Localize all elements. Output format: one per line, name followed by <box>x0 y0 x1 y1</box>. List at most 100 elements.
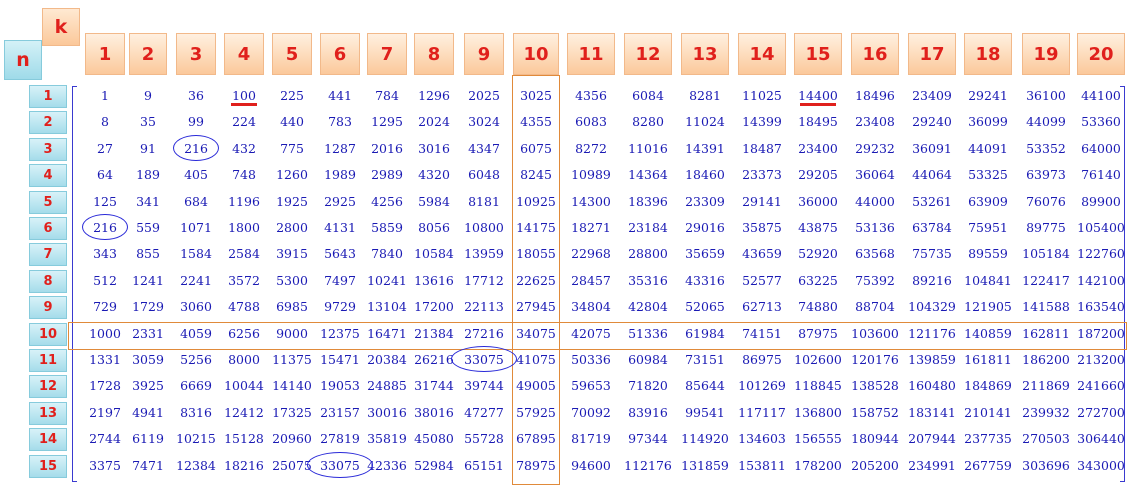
circle-mark-n15-k6 <box>307 451 373 478</box>
cell-n5-k19: 76076 <box>1026 193 1066 209</box>
cell-n2-k13: 11024 <box>685 114 725 130</box>
cell-n8-k4: 3572 <box>228 272 260 288</box>
cell-n6-k5: 2800 <box>276 220 308 235</box>
cell-n14-k14: 134603 <box>738 431 786 447</box>
cell-n2-k11: 6083 <box>575 114 607 130</box>
cell-n15-k15: 178200 <box>794 457 842 473</box>
cell-n7-k7: 7840 <box>371 246 403 262</box>
cell-n1-k14: 11025 <box>742 88 782 103</box>
cell-n2-k12: 8280 <box>632 114 664 130</box>
cell-n14-k18: 237735 <box>964 431 1012 447</box>
cell-n12-k5: 14140 <box>272 378 312 394</box>
n-header-5: 5 <box>29 190 67 214</box>
cell-n9-k12: 42804 <box>628 299 668 315</box>
cell-n3-k15: 23400 <box>798 140 838 156</box>
cell-n2-k19: 44099 <box>1026 114 1066 130</box>
cell-n7-k2: 855 <box>136 246 160 262</box>
cell-n2-k9: 3024 <box>468 114 500 130</box>
cell-n12-k11: 59653 <box>571 378 611 394</box>
cell-n11-k19: 186200 <box>1022 352 1070 367</box>
cell-n14-k20: 306440 <box>1077 431 1125 447</box>
cell-n11-k5: 11375 <box>272 352 312 367</box>
corner-n-label: n <box>4 40 42 80</box>
cell-n8-k20: 142100 <box>1077 272 1125 288</box>
cell-n12-k2: 3925 <box>132 378 164 394</box>
cell-n14-k17: 207944 <box>908 431 956 447</box>
cell-n12-k4: 10044 <box>224 378 264 394</box>
cell-n8-k12: 35316 <box>628 272 668 288</box>
cell-n1-k3: 36 <box>188 88 204 103</box>
cell-n5-k11: 14300 <box>571 193 611 209</box>
cell-n6-k15: 43875 <box>798 220 838 235</box>
cell-n2-k8: 2024 <box>418 114 450 130</box>
k-header-1: 1 <box>85 33 125 75</box>
cell-n11-k15: 102600 <box>794 352 842 367</box>
cell-n3-k11: 8272 <box>575 140 607 156</box>
cell-n4-k2: 189 <box>136 167 160 183</box>
cell-n6-k13: 29016 <box>685 220 725 235</box>
cell-n3-k16: 29232 <box>855 140 895 156</box>
cell-n1-k5: 225 <box>280 88 304 103</box>
cell-n5-k12: 18396 <box>628 193 668 209</box>
k-header-9: 9 <box>464 33 504 75</box>
n-header-8: 8 <box>29 269 67 293</box>
k-header-8: 8 <box>414 33 454 75</box>
cell-n12-k15: 118845 <box>794 378 842 394</box>
cell-n8-k6: 7497 <box>324 272 356 288</box>
cell-n13-k2: 4941 <box>132 404 164 420</box>
cell-n1-k8: 1296 <box>418 88 450 103</box>
cell-n8-k13: 43316 <box>685 272 725 288</box>
cell-n1-k16: 18496 <box>855 88 895 103</box>
cell-n3-k6: 1287 <box>324 140 356 156</box>
n-header-10: 10 <box>29 322 67 346</box>
circle-mark-n11-k9 <box>451 346 517 372</box>
cell-n6-k6: 4131 <box>324 220 356 235</box>
cell-n6-k8: 8056 <box>418 220 450 235</box>
cell-n11-k4: 8000 <box>228 352 260 367</box>
cell-n9-k16: 88704 <box>855 299 895 315</box>
cell-n7-k12: 28800 <box>628 246 668 262</box>
cell-n3-k5: 775 <box>280 140 304 156</box>
n-header-12: 12 <box>29 375 67 399</box>
cell-n9-k18: 121905 <box>964 299 1012 315</box>
cell-n9-k11: 34804 <box>571 299 611 315</box>
cell-n8-k15: 63225 <box>798 272 838 288</box>
cell-n2-k7: 1295 <box>371 114 403 130</box>
n-header-7: 7 <box>29 243 67 267</box>
k-header-18: 18 <box>964 33 1012 75</box>
cell-n6-k17: 63784 <box>912 220 952 235</box>
cell-n9-k14: 62713 <box>742 299 782 315</box>
cell-n6-k14: 35875 <box>742 220 782 235</box>
underline-mark-n1-k15 <box>800 103 836 106</box>
cell-n9-k4: 4788 <box>228 299 260 315</box>
cell-n6-k11: 18271 <box>571 220 611 235</box>
k-header-12: 12 <box>624 33 672 75</box>
k-header-4: 4 <box>224 33 264 75</box>
cell-n6-k2: 559 <box>136 220 160 235</box>
cell-n4-k20: 76140 <box>1081 167 1121 183</box>
k-header-2: 2 <box>129 33 167 75</box>
cell-n14-k4: 15128 <box>224 431 264 447</box>
cell-n5-k4: 1196 <box>228 193 260 209</box>
cell-n15-k14: 153811 <box>738 457 786 473</box>
cell-n6-k12: 23184 <box>628 220 668 235</box>
cell-n14-k11: 81719 <box>571 431 611 447</box>
underline-mark-n1-k4 <box>231 103 257 106</box>
cell-n12-k7: 24885 <box>367 378 407 394</box>
cell-n4-k6: 1989 <box>324 167 356 183</box>
cell-n13-k18: 210141 <box>964 404 1012 420</box>
cell-n12-k13: 85644 <box>685 378 725 394</box>
cell-n7-k15: 52920 <box>798 246 838 262</box>
cell-n8-k14: 52577 <box>742 272 782 288</box>
cell-n13-k20: 272700 <box>1077 404 1125 420</box>
cell-n1-k2: 9 <box>144 88 152 103</box>
cell-n3-k7: 2016 <box>371 140 403 156</box>
k-header-17: 17 <box>908 33 956 75</box>
cell-n15-k12: 112176 <box>624 457 672 473</box>
cell-n4-k17: 44064 <box>912 167 952 183</box>
cell-n13-k3: 8316 <box>180 404 212 420</box>
cell-n6-k16: 53136 <box>855 220 895 235</box>
cell-n12-k18: 184869 <box>964 378 1012 394</box>
cell-n5-k2: 341 <box>136 193 160 209</box>
cell-n14-k19: 270503 <box>1022 431 1070 447</box>
